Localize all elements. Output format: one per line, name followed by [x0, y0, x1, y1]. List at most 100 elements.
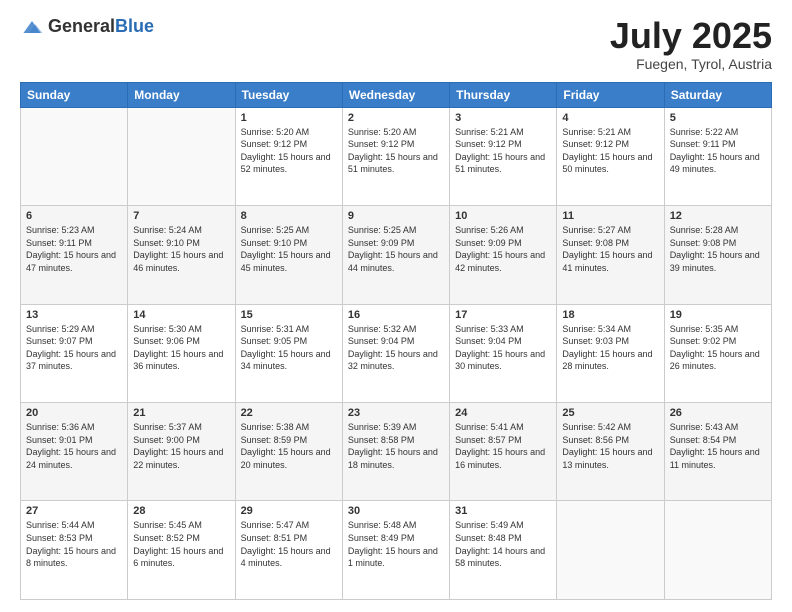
day-number: 31	[455, 505, 551, 517]
day-number: 4	[562, 112, 658, 124]
table-row: 27 Sunrise: 5:44 AMSunset: 8:53 PMDaylig…	[21, 501, 128, 600]
cell-info: Sunrise: 5:26 AMSunset: 9:09 PMDaylight:…	[455, 225, 545, 273]
day-number: 12	[670, 210, 766, 222]
day-number: 1	[241, 112, 337, 124]
cell-info: Sunrise: 5:49 AMSunset: 8:48 PMDaylight:…	[455, 520, 545, 568]
header-thursday: Thursday	[450, 82, 557, 107]
table-row: 29 Sunrise: 5:47 AMSunset: 8:51 PMDaylig…	[235, 501, 342, 600]
table-row: 2 Sunrise: 5:20 AMSunset: 9:12 PMDayligh…	[342, 107, 449, 205]
table-row: 6 Sunrise: 5:23 AMSunset: 9:11 PMDayligh…	[21, 206, 128, 304]
day-number: 21	[133, 407, 229, 419]
week-row-1: 1 Sunrise: 5:20 AMSunset: 9:12 PMDayligh…	[21, 107, 772, 205]
cell-info: Sunrise: 5:23 AMSunset: 9:11 PMDaylight:…	[26, 225, 116, 273]
header-monday: Monday	[128, 82, 235, 107]
cell-info: Sunrise: 5:45 AMSunset: 8:52 PMDaylight:…	[133, 520, 223, 568]
cell-info: Sunrise: 5:28 AMSunset: 9:08 PMDaylight:…	[670, 225, 760, 273]
table-row: 12 Sunrise: 5:28 AMSunset: 9:08 PMDaylig…	[664, 206, 771, 304]
day-number: 14	[133, 309, 229, 321]
logo-general: GeneralBlue	[48, 16, 154, 37]
day-number: 16	[348, 309, 444, 321]
day-number: 8	[241, 210, 337, 222]
table-row: 3 Sunrise: 5:21 AMSunset: 9:12 PMDayligh…	[450, 107, 557, 205]
cell-info: Sunrise: 5:31 AMSunset: 9:05 PMDaylight:…	[241, 324, 331, 372]
logo: GeneralBlue	[20, 16, 154, 37]
day-number: 24	[455, 407, 551, 419]
cell-info: Sunrise: 5:39 AMSunset: 8:58 PMDaylight:…	[348, 422, 438, 470]
day-number: 13	[26, 309, 122, 321]
day-number: 20	[26, 407, 122, 419]
header-sunday: Sunday	[21, 82, 128, 107]
day-number: 23	[348, 407, 444, 419]
cell-info: Sunrise: 5:35 AMSunset: 9:02 PMDaylight:…	[670, 324, 760, 372]
cell-info: Sunrise: 5:48 AMSunset: 8:49 PMDaylight:…	[348, 520, 438, 568]
month-year: July 2025	[610, 16, 772, 56]
day-number: 5	[670, 112, 766, 124]
day-number: 26	[670, 407, 766, 419]
table-row: 14 Sunrise: 5:30 AMSunset: 9:06 PMDaylig…	[128, 304, 235, 402]
table-row: 7 Sunrise: 5:24 AMSunset: 9:10 PMDayligh…	[128, 206, 235, 304]
header-wednesday: Wednesday	[342, 82, 449, 107]
header: GeneralBlue July 2025 Fuegen, Tyrol, Aus…	[20, 16, 772, 72]
table-row: 18 Sunrise: 5:34 AMSunset: 9:03 PMDaylig…	[557, 304, 664, 402]
table-row: 24 Sunrise: 5:41 AMSunset: 8:57 PMDaylig…	[450, 403, 557, 501]
location: Fuegen, Tyrol, Austria	[610, 56, 772, 72]
weekday-header-row: Sunday Monday Tuesday Wednesday Thursday…	[21, 82, 772, 107]
table-row: 19 Sunrise: 5:35 AMSunset: 9:02 PMDaylig…	[664, 304, 771, 402]
table-row	[128, 107, 235, 205]
table-row: 20 Sunrise: 5:36 AMSunset: 9:01 PMDaylig…	[21, 403, 128, 501]
table-row: 26 Sunrise: 5:43 AMSunset: 8:54 PMDaylig…	[664, 403, 771, 501]
table-row: 30 Sunrise: 5:48 AMSunset: 8:49 PMDaylig…	[342, 501, 449, 600]
day-number: 25	[562, 407, 658, 419]
cell-info: Sunrise: 5:27 AMSunset: 9:08 PMDaylight:…	[562, 225, 652, 273]
table-row: 17 Sunrise: 5:33 AMSunset: 9:04 PMDaylig…	[450, 304, 557, 402]
cell-info: Sunrise: 5:22 AMSunset: 9:11 PMDaylight:…	[670, 127, 760, 175]
day-number: 17	[455, 309, 551, 321]
cell-info: Sunrise: 5:42 AMSunset: 8:56 PMDaylight:…	[562, 422, 652, 470]
cell-info: Sunrise: 5:44 AMSunset: 8:53 PMDaylight:…	[26, 520, 116, 568]
day-number: 6	[26, 210, 122, 222]
table-row: 11 Sunrise: 5:27 AMSunset: 9:08 PMDaylig…	[557, 206, 664, 304]
header-friday: Friday	[557, 82, 664, 107]
table-row: 15 Sunrise: 5:31 AMSunset: 9:05 PMDaylig…	[235, 304, 342, 402]
cell-info: Sunrise: 5:32 AMSunset: 9:04 PMDaylight:…	[348, 324, 438, 372]
cell-info: Sunrise: 5:36 AMSunset: 9:01 PMDaylight:…	[26, 422, 116, 470]
day-number: 30	[348, 505, 444, 517]
day-number: 29	[241, 505, 337, 517]
table-row: 16 Sunrise: 5:32 AMSunset: 9:04 PMDaylig…	[342, 304, 449, 402]
week-row-4: 20 Sunrise: 5:36 AMSunset: 9:01 PMDaylig…	[21, 403, 772, 501]
day-number: 27	[26, 505, 122, 517]
cell-info: Sunrise: 5:24 AMSunset: 9:10 PMDaylight:…	[133, 225, 223, 273]
day-number: 22	[241, 407, 337, 419]
cell-info: Sunrise: 5:43 AMSunset: 8:54 PMDaylight:…	[670, 422, 760, 470]
table-row: 5 Sunrise: 5:22 AMSunset: 9:11 PMDayligh…	[664, 107, 771, 205]
week-row-3: 13 Sunrise: 5:29 AMSunset: 9:07 PMDaylig…	[21, 304, 772, 402]
day-number: 11	[562, 210, 658, 222]
table-row: 8 Sunrise: 5:25 AMSunset: 9:10 PMDayligh…	[235, 206, 342, 304]
table-row: 23 Sunrise: 5:39 AMSunset: 8:58 PMDaylig…	[342, 403, 449, 501]
table-row: 13 Sunrise: 5:29 AMSunset: 9:07 PMDaylig…	[21, 304, 128, 402]
title-block: July 2025 Fuegen, Tyrol, Austria	[610, 16, 772, 72]
cell-info: Sunrise: 5:20 AMSunset: 9:12 PMDaylight:…	[241, 127, 331, 175]
page: GeneralBlue July 2025 Fuegen, Tyrol, Aus…	[0, 0, 792, 612]
cell-info: Sunrise: 5:29 AMSunset: 9:07 PMDaylight:…	[26, 324, 116, 372]
cell-info: Sunrise: 5:25 AMSunset: 9:09 PMDaylight:…	[348, 225, 438, 273]
cell-info: Sunrise: 5:21 AMSunset: 9:12 PMDaylight:…	[562, 127, 652, 175]
day-number: 15	[241, 309, 337, 321]
week-row-5: 27 Sunrise: 5:44 AMSunset: 8:53 PMDaylig…	[21, 501, 772, 600]
day-number: 28	[133, 505, 229, 517]
cell-info: Sunrise: 5:25 AMSunset: 9:10 PMDaylight:…	[241, 225, 331, 273]
cell-info: Sunrise: 5:37 AMSunset: 9:00 PMDaylight:…	[133, 422, 223, 470]
day-number: 18	[562, 309, 658, 321]
day-number: 19	[670, 309, 766, 321]
table-row: 22 Sunrise: 5:38 AMSunset: 8:59 PMDaylig…	[235, 403, 342, 501]
cell-info: Sunrise: 5:33 AMSunset: 9:04 PMDaylight:…	[455, 324, 545, 372]
table-row: 25 Sunrise: 5:42 AMSunset: 8:56 PMDaylig…	[557, 403, 664, 501]
table-row: 9 Sunrise: 5:25 AMSunset: 9:09 PMDayligh…	[342, 206, 449, 304]
day-number: 3	[455, 112, 551, 124]
table-row	[557, 501, 664, 600]
table-row: 21 Sunrise: 5:37 AMSunset: 9:00 PMDaylig…	[128, 403, 235, 501]
cell-info: Sunrise: 5:21 AMSunset: 9:12 PMDaylight:…	[455, 127, 545, 175]
table-row: 10 Sunrise: 5:26 AMSunset: 9:09 PMDaylig…	[450, 206, 557, 304]
table-row: 4 Sunrise: 5:21 AMSunset: 9:12 PMDayligh…	[557, 107, 664, 205]
table-row	[21, 107, 128, 205]
